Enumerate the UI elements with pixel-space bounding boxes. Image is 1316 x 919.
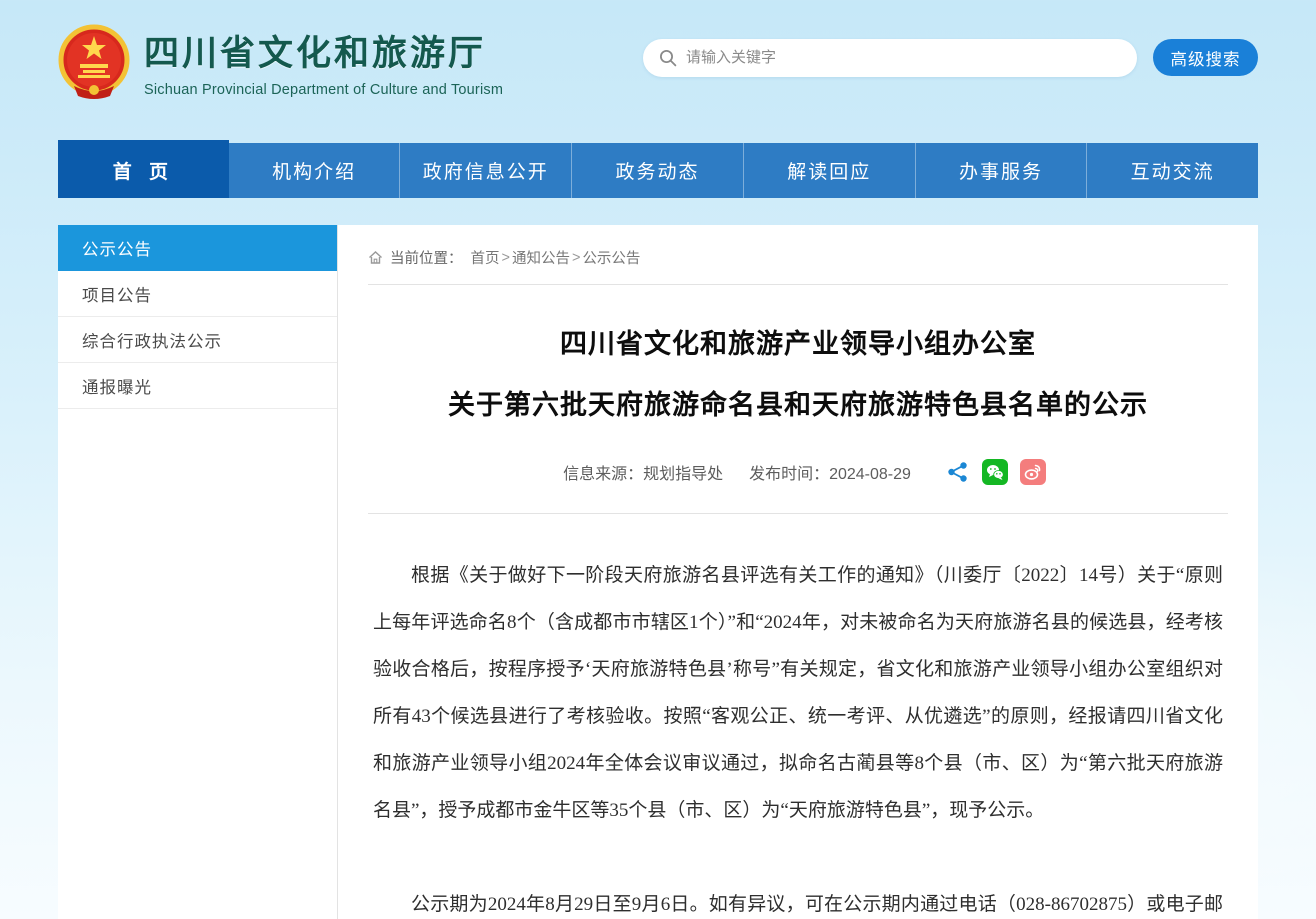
breadcrumb-home[interactable]: 首页 bbox=[471, 247, 500, 268]
site-title: 四川省文化和旅游厅 bbox=[144, 25, 503, 76]
site-brand: 四川省文化和旅游厅 Sichuan Provincial Department … bbox=[58, 24, 503, 100]
article-publish-date: 发布时间：2024-08-29 bbox=[749, 460, 911, 484]
wechat-icon[interactable] bbox=[982, 459, 1008, 485]
search-input[interactable] bbox=[686, 49, 1121, 66]
share-icon[interactable] bbox=[946, 460, 970, 484]
search-area: 高级搜索 bbox=[643, 39, 1258, 77]
breadcrumb-separator: > bbox=[572, 250, 580, 266]
nav-item-home[interactable]: 首 页 bbox=[58, 140, 229, 198]
sidebar-item-project-notices[interactable]: 项目公告 bbox=[58, 271, 337, 317]
article-paragraph: 根据《关于做好下一阶段天府旅游名县评选有关工作的通知》（川委厅〔2022〕14号… bbox=[373, 552, 1223, 834]
article-body: 根据《关于做好下一阶段天府旅游名县评选有关工作的通知》（川委厅〔2022〕14号… bbox=[368, 514, 1228, 919]
sidebar-item-law-enforcement[interactable]: 综合行政执法公示 bbox=[58, 317, 337, 363]
nav-item-interpretation[interactable]: 解读回应 bbox=[743, 143, 915, 198]
weibo-icon[interactable] bbox=[1020, 459, 1046, 485]
sidebar: 公示公告 项目公告 综合行政执法公示 通报曝光 bbox=[58, 225, 338, 919]
home-icon bbox=[368, 250, 383, 265]
breadcrumb-prefix: 当前位置： bbox=[390, 247, 463, 268]
sidebar-item-exposure[interactable]: 通报曝光 bbox=[58, 363, 337, 409]
search-icon bbox=[659, 49, 677, 67]
national-emblem-logo bbox=[58, 24, 130, 100]
advanced-search-button[interactable]: 高级搜索 bbox=[1153, 39, 1258, 76]
nav-item-services[interactable]: 办事服务 bbox=[915, 143, 1087, 198]
nav-item-gov-info[interactable]: 政府信息公开 bbox=[399, 143, 571, 198]
nav-item-interaction[interactable]: 互动交流 bbox=[1086, 143, 1258, 198]
article-paragraph: 公示期为2024年8月29日至9月6日。如有异议，可在公示期内通过电话（028-… bbox=[373, 881, 1223, 919]
site-header: 四川省文化和旅游厅 Sichuan Provincial Department … bbox=[58, 0, 1258, 143]
nav-item-org-intro[interactable]: 机构介绍 bbox=[229, 143, 400, 198]
main-nav: 首 页 机构介绍 政府信息公开 政务动态 解读回应 办事服务 互动交流 bbox=[58, 143, 1258, 198]
article-title-line2: 关于第六批天府旅游命名县和天府旅游特色县名单的公示 bbox=[368, 388, 1228, 423]
search-box[interactable] bbox=[643, 39, 1137, 77]
main-content: 当前位置： 首页 > 通知公告 > 公示公告 四川省文化和旅游产业领导小组办公室… bbox=[338, 225, 1258, 919]
breadcrumb-separator: > bbox=[502, 250, 510, 266]
sidebar-item-public-notices[interactable]: 公示公告 bbox=[58, 225, 337, 271]
nav-item-gov-news[interactable]: 政务动态 bbox=[571, 143, 743, 198]
breadcrumb-current[interactable]: 公示公告 bbox=[582, 247, 640, 268]
breadcrumb-notices[interactable]: 通知公告 bbox=[512, 247, 570, 268]
article-meta: 信息来源：规划指导处 发布时间：2024-08-29 bbox=[368, 459, 1228, 514]
article-title-line1: 四川省文化和旅游产业领导小组办公室 bbox=[368, 327, 1228, 362]
site-subtitle: Sichuan Provincial Department of Culture… bbox=[144, 82, 503, 98]
breadcrumb: 当前位置： 首页 > 通知公告 > 公示公告 bbox=[368, 225, 1228, 285]
article-source: 信息来源：规划指导处 bbox=[563, 460, 723, 484]
